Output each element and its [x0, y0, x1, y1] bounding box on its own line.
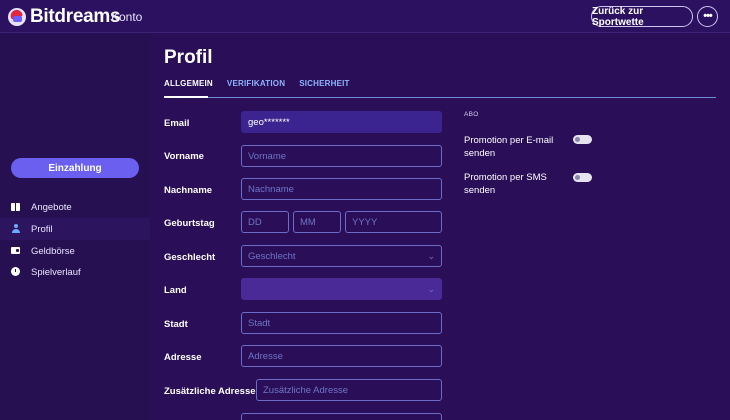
first-name-field[interactable]: Vorname: [241, 145, 442, 167]
sidebar-item-label: Spielverlauf: [31, 267, 81, 278]
last-name-field[interactable]: Nachname: [241, 178, 442, 200]
sidebar-item-label: Angebote: [31, 202, 72, 213]
tab-verification[interactable]: VERIFIKATION: [227, 79, 285, 99]
clock-icon: [11, 267, 20, 276]
gender-select-value: Geschlecht: [248, 250, 296, 262]
sms-promo-toggle[interactable]: [573, 173, 592, 182]
tab-security[interactable]: SICHERHEIT: [299, 79, 349, 99]
next-field-partial[interactable]: [241, 413, 442, 420]
active-tab-indicator: [164, 96, 208, 98]
birthday-label: Geburtstag: [164, 218, 215, 229]
wallet-icon: [11, 246, 20, 255]
birthday-year-field[interactable]: YYYY: [345, 211, 442, 233]
sidebar-item-history[interactable]: Spielverlauf: [0, 261, 150, 283]
address-field[interactable]: Adresse: [241, 345, 442, 367]
ellipsis-icon[interactable]: •••: [697, 6, 718, 27]
email-field[interactable]: geo*******: [241, 111, 442, 133]
email-promo-label: Promotion per E-mail senden: [464, 135, 554, 159]
email-label: Email: [164, 118, 190, 129]
birthday-day-field[interactable]: DD: [241, 211, 289, 233]
address-label: Adresse: [164, 352, 202, 363]
gift-icon: [11, 202, 20, 211]
tab-divider: [164, 97, 716, 98]
deposit-button[interactable]: Einzahlung: [11, 158, 139, 178]
gender-label: Geschlecht: [164, 252, 216, 263]
gender-select[interactable]: Geschlecht ⌄: [241, 245, 442, 267]
main-content: Profil ALLGEMEIN VERIFIKATION SICHERHEIT…: [150, 34, 730, 420]
chevron-down-icon: ⌄: [427, 284, 435, 294]
sidebar-item-offers[interactable]: Angebote: [0, 196, 150, 218]
first-name-label: Vorname: [164, 151, 204, 162]
email-promo-toggle[interactable]: [573, 135, 592, 144]
back-to-sportsbook-button[interactable]: Zurück zur Sportwette: [591, 6, 693, 28]
top-bar: Bitdreams Konto Zurück zur Sportwette ••…: [0, 0, 730, 33]
address-extra-label: Zusätzliche Adresse: [164, 386, 256, 397]
section-title: Konto: [111, 10, 143, 24]
brand-name: Bitdreams: [30, 6, 121, 27]
birthday-month-field[interactable]: MM: [293, 211, 341, 233]
sidebar: Einzahlung Angebote Profil Geldbörse Spi…: [0, 34, 150, 420]
city-field[interactable]: Stadt: [241, 312, 442, 334]
subscription-section-title: ABO: [464, 111, 479, 118]
country-label: Land: [164, 285, 187, 296]
chevron-down-icon: ⌄: [427, 251, 435, 261]
bitdreams-logo-icon: [8, 8, 26, 26]
sidebar-item-wallet[interactable]: Geldbörse: [0, 240, 150, 262]
address-extra-field[interactable]: Zusätzliche Adresse: [256, 379, 442, 401]
country-select[interactable]: ⌄: [241, 278, 442, 300]
brand-logo[interactable]: Bitdreams: [8, 6, 121, 28]
sms-promo-label: Promotion per SMS senden: [464, 172, 547, 196]
sidebar-item-label: Profil: [31, 224, 53, 235]
page-title: Profil: [164, 47, 213, 68]
last-name-label: Nachname: [164, 185, 213, 196]
city-label: Stadt: [164, 319, 188, 330]
person-icon: [11, 224, 20, 233]
sidebar-item-profile[interactable]: Profil: [0, 218, 150, 240]
sidebar-item-label: Geldbörse: [31, 246, 75, 257]
